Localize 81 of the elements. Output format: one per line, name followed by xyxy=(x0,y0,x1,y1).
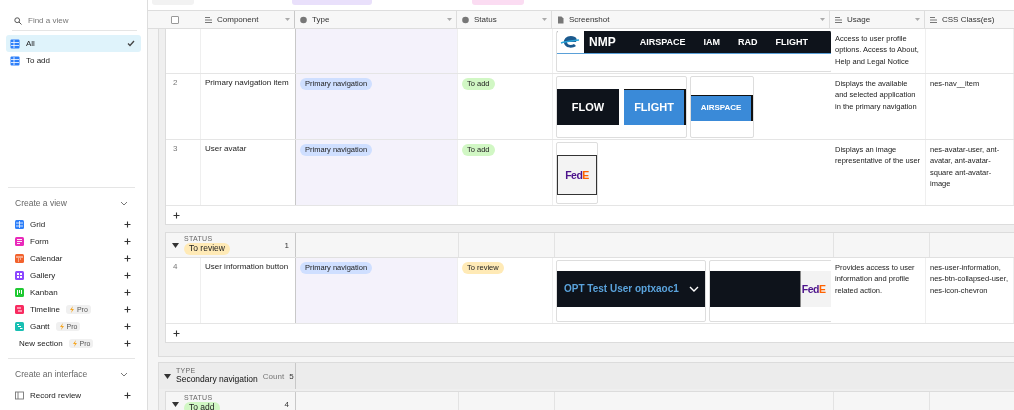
screenshot-thumbnail[interactable]: FLOW FLIGHT xyxy=(556,76,687,138)
search-icon xyxy=(14,16,22,25)
attachment-field-icon xyxy=(556,15,565,24)
add-icon[interactable] xyxy=(124,323,131,330)
view-type-link[interactable]: Kanban xyxy=(30,288,58,297)
screenshot-thumbnail[interactable]: NMP AIRSPACE IAM RAD FLIGHT xyxy=(556,31,831,72)
row-number: 4 xyxy=(173,262,178,271)
status-tag: To add xyxy=(184,402,220,410)
view-type-link[interactable]: Timeline xyxy=(30,305,60,314)
column-header[interactable]: Usage xyxy=(830,11,925,28)
select-field-icon xyxy=(461,15,470,24)
view-type-link[interactable]: Record review xyxy=(30,391,82,400)
view-type-link[interactable]: Calendar xyxy=(30,254,63,263)
add-icon[interactable] xyxy=(124,392,131,399)
view-item[interactable]: To add xyxy=(6,52,141,69)
table-cell: User information button xyxy=(205,262,289,271)
grid-view-icon xyxy=(10,55,20,66)
screenshot-thumbnail[interactable]: FedE xyxy=(709,260,831,322)
table-cell: User avatar xyxy=(205,144,247,153)
collapse-triangle-icon[interactable] xyxy=(164,373,171,379)
group-count: 1 xyxy=(284,240,289,250)
view-type-link[interactable]: Gallery xyxy=(30,271,56,280)
lightning-icon xyxy=(71,340,78,347)
row-number: 3 xyxy=(173,144,178,153)
group-count: 4 xyxy=(284,399,289,409)
nav-item: IAM xyxy=(703,35,720,49)
text-field-icon xyxy=(834,15,843,24)
view-type-link[interactable]: Gantt xyxy=(30,322,50,331)
lightning-icon xyxy=(68,306,75,313)
add-icon[interactable] xyxy=(173,329,180,337)
logo-avatar: FedE xyxy=(557,155,597,195)
add-icon[interactable] xyxy=(124,340,131,347)
row-number: 2 xyxy=(173,78,178,87)
nav-item: AIRSPACE xyxy=(639,35,686,49)
search-field[interactable]: Find a view xyxy=(28,16,128,25)
count-label: Count xyxy=(262,371,285,381)
brand-name: NMP xyxy=(589,33,616,51)
nav-item: RAD xyxy=(738,35,758,49)
column-header[interactable]: CSS Class(es) xyxy=(925,11,1014,28)
add-icon[interactable] xyxy=(124,289,131,296)
view-item[interactable]: All xyxy=(6,35,141,52)
column-header[interactable]: Component xyxy=(200,11,295,28)
view-type-link[interactable]: New section xyxy=(19,339,63,348)
column-header[interactable]: Type xyxy=(295,11,457,28)
user-name: OPT Test User optxaoc1 xyxy=(564,282,679,296)
screenshot-thumbnail[interactable]: OPT Test User optxaoc1 xyxy=(556,260,706,322)
add-icon[interactable] xyxy=(124,221,131,228)
column-header[interactable]: Status xyxy=(457,11,552,28)
view-type-link[interactable]: Grid xyxy=(30,220,46,229)
add-icon[interactable] xyxy=(173,211,180,219)
lightning-icon xyxy=(58,323,65,330)
add-icon[interactable] xyxy=(124,238,131,245)
collapse-triangle-icon[interactable] xyxy=(172,242,179,248)
screenshot-thumbnail[interactable]: AIRSPACE xyxy=(690,76,754,138)
chevron-down-icon[interactable] xyxy=(120,371,128,377)
add-icon[interactable] xyxy=(124,306,131,313)
nav-item: FLIGHT xyxy=(775,35,808,49)
section-title: Create a view xyxy=(15,198,67,208)
status-tag: To review xyxy=(184,243,230,255)
text-field-icon xyxy=(929,15,938,24)
collapse-triangle-icon[interactable] xyxy=(172,401,179,407)
column-header[interactable]: Screenshot xyxy=(552,11,830,28)
chevron-down-icon xyxy=(688,286,699,292)
grid-view-icon xyxy=(10,38,20,49)
section-title: Create an interface xyxy=(15,369,88,379)
text-field-icon xyxy=(204,15,213,24)
table-cell: Primary navigation item xyxy=(205,78,289,87)
select-field-icon xyxy=(299,15,308,24)
view-type-link[interactable]: Form xyxy=(30,237,49,246)
group-name: Secondary navigation xyxy=(176,375,258,385)
nav-tab: FLIGHT xyxy=(624,89,686,125)
record-review-icon xyxy=(15,391,24,400)
screenshot-thumbnail[interactable]: FedE xyxy=(556,142,598,204)
chevron-down-icon[interactable] xyxy=(120,200,128,206)
add-icon[interactable] xyxy=(124,255,131,262)
check-icon xyxy=(127,40,135,47)
select-all-checkbox[interactable] xyxy=(171,15,179,24)
nav-tab: FLOW xyxy=(557,89,619,125)
add-icon[interactable] xyxy=(124,272,131,279)
group-count: 5 xyxy=(289,371,294,381)
nav-tab: AIRSPACE xyxy=(691,95,753,121)
